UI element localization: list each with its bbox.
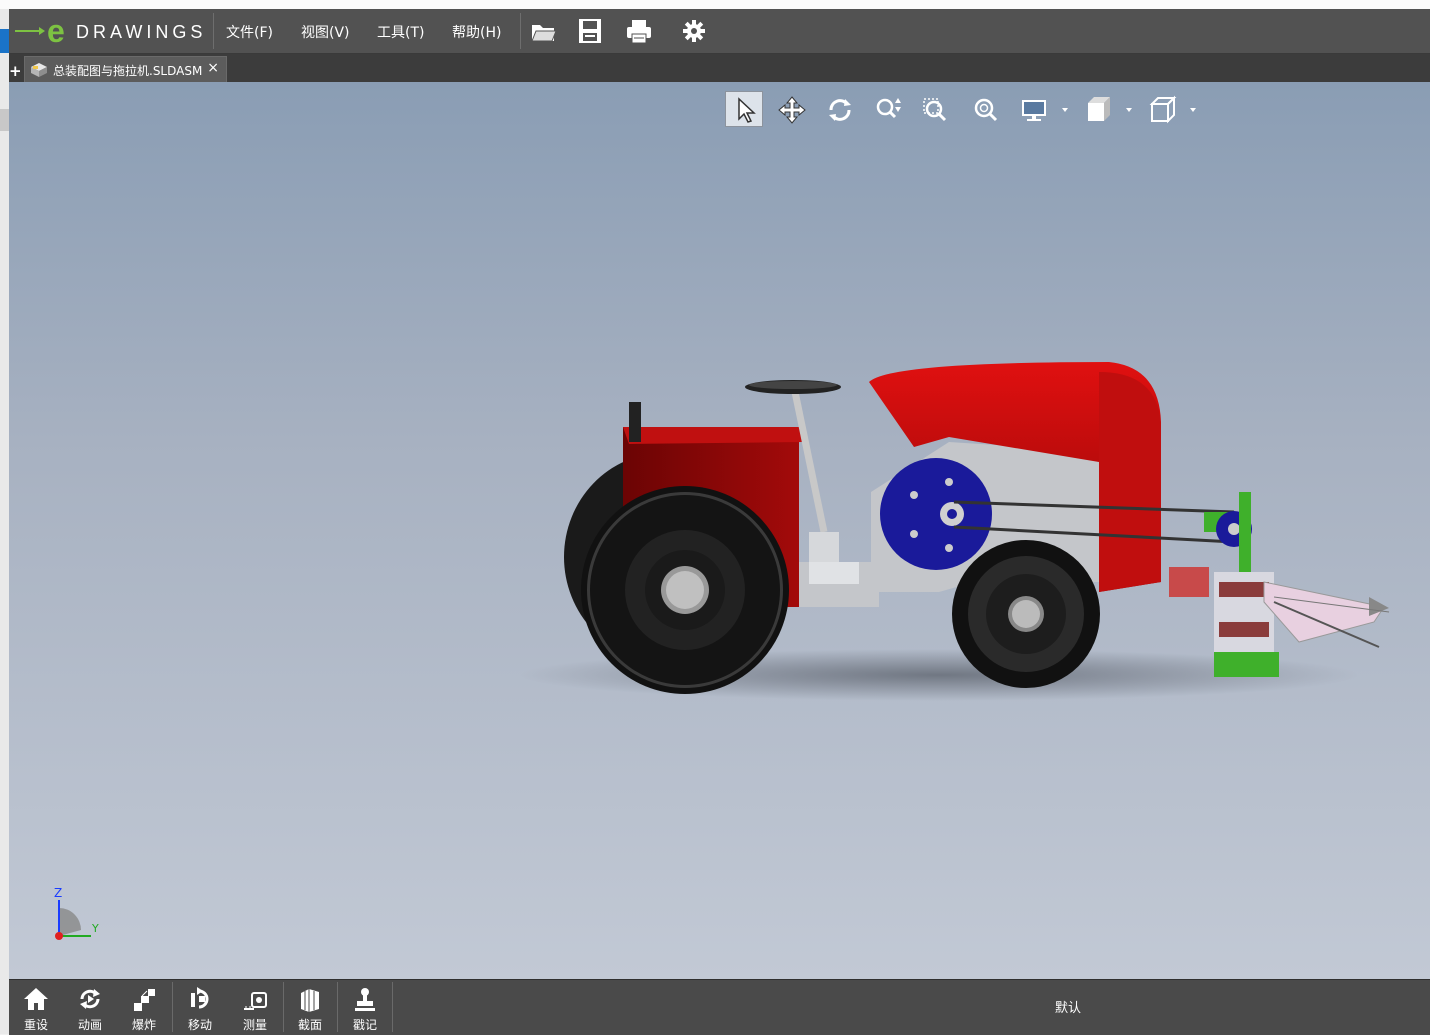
menu-separator (213, 13, 214, 49)
reset-label: 重设 (23, 1018, 48, 1032)
reset-button[interactable]: 重设 (9, 980, 63, 1035)
document-tab[interactable]: 总装配图与拖拉机.SLDASM × (24, 56, 227, 82)
section-label: 截面 (297, 1018, 322, 1032)
logo-text: DRAWINGS (76, 22, 207, 42)
configuration-label[interactable]: 默认 (1055, 997, 1081, 1016)
axis-triad: Z Y (49, 878, 109, 948)
move-icon (191, 987, 209, 1009)
measure-button[interactable]: 测量 (228, 980, 282, 1035)
close-tab-icon[interactable]: × (207, 60, 219, 76)
section-button[interactable]: 截面 (283, 980, 337, 1035)
desktop-left-edge (0, 9, 9, 1034)
menu-tools[interactable]: 工具(T) (377, 22, 424, 42)
document-tab-label: 总装配图与拖拉机.SLDASM (53, 64, 203, 78)
tractor-model-render[interactable] (9, 82, 1430, 979)
measure-icon (244, 992, 267, 1010)
stamp-label: 戳记 (352, 1018, 377, 1032)
animate-button[interactable]: 动画 (63, 980, 117, 1035)
document-tab-bar: + 总装配图与拖拉机.SLDASM × (9, 54, 1430, 82)
menu-separator (520, 13, 521, 49)
toolbar-separator (392, 982, 393, 1032)
desktop-selection-marker (0, 29, 9, 53)
menu-view[interactable]: 视图(V) (301, 22, 350, 42)
measure-label: 测量 (242, 1018, 267, 1032)
stamp-icon (355, 988, 375, 1011)
menu-help[interactable]: 帮助(H) (452, 22, 501, 42)
assembly-icon (31, 63, 47, 77)
logo-arrow-icon: e (15, 13, 65, 49)
move-button[interactable]: 移动 (173, 980, 227, 1035)
animate-label: 动画 (77, 1018, 102, 1032)
edrawings-logo: e DRAWINGS (13, 13, 209, 49)
menu-bar: e DRAWINGS 文件(F) 视图(V) 工具(T) 帮助(H) (9, 9, 1430, 54)
svg-text:e: e (47, 13, 65, 49)
explode-label: 爆炸 (131, 1018, 156, 1032)
desktop-item-marker (0, 109, 9, 131)
desktop-background-strip (0, 0, 1430, 9)
print-icon[interactable] (624, 17, 654, 45)
add-tab-button[interactable]: + (9, 62, 22, 80)
edrawings-window: e DRAWINGS 文件(F) 视图(V) 工具(T) 帮助(H) + 总装配… (9, 9, 1430, 1035)
y-axis-label: Y (92, 922, 99, 935)
open-icon[interactable] (528, 17, 558, 45)
3d-viewport[interactable]: Z Y (9, 82, 1430, 979)
section-icon (301, 989, 319, 1012)
explode-icon (134, 989, 155, 1011)
stamp-button[interactable]: 戳记 (338, 980, 392, 1035)
explode-button[interactable]: 爆炸 (117, 980, 171, 1035)
z-axis-label: Z (54, 886, 63, 900)
settings-gear-icon[interactable] (679, 17, 709, 45)
move-label: 移动 (187, 1018, 212, 1032)
menu-file[interactable]: 文件(F) (226, 22, 273, 42)
home-icon (24, 988, 48, 1010)
bottom-toolbar: 重设 动画 爆炸 移动 测量 截面 戳记 默认 (9, 979, 1430, 1035)
animate-icon (80, 989, 100, 1009)
save-icon[interactable] (576, 17, 606, 45)
